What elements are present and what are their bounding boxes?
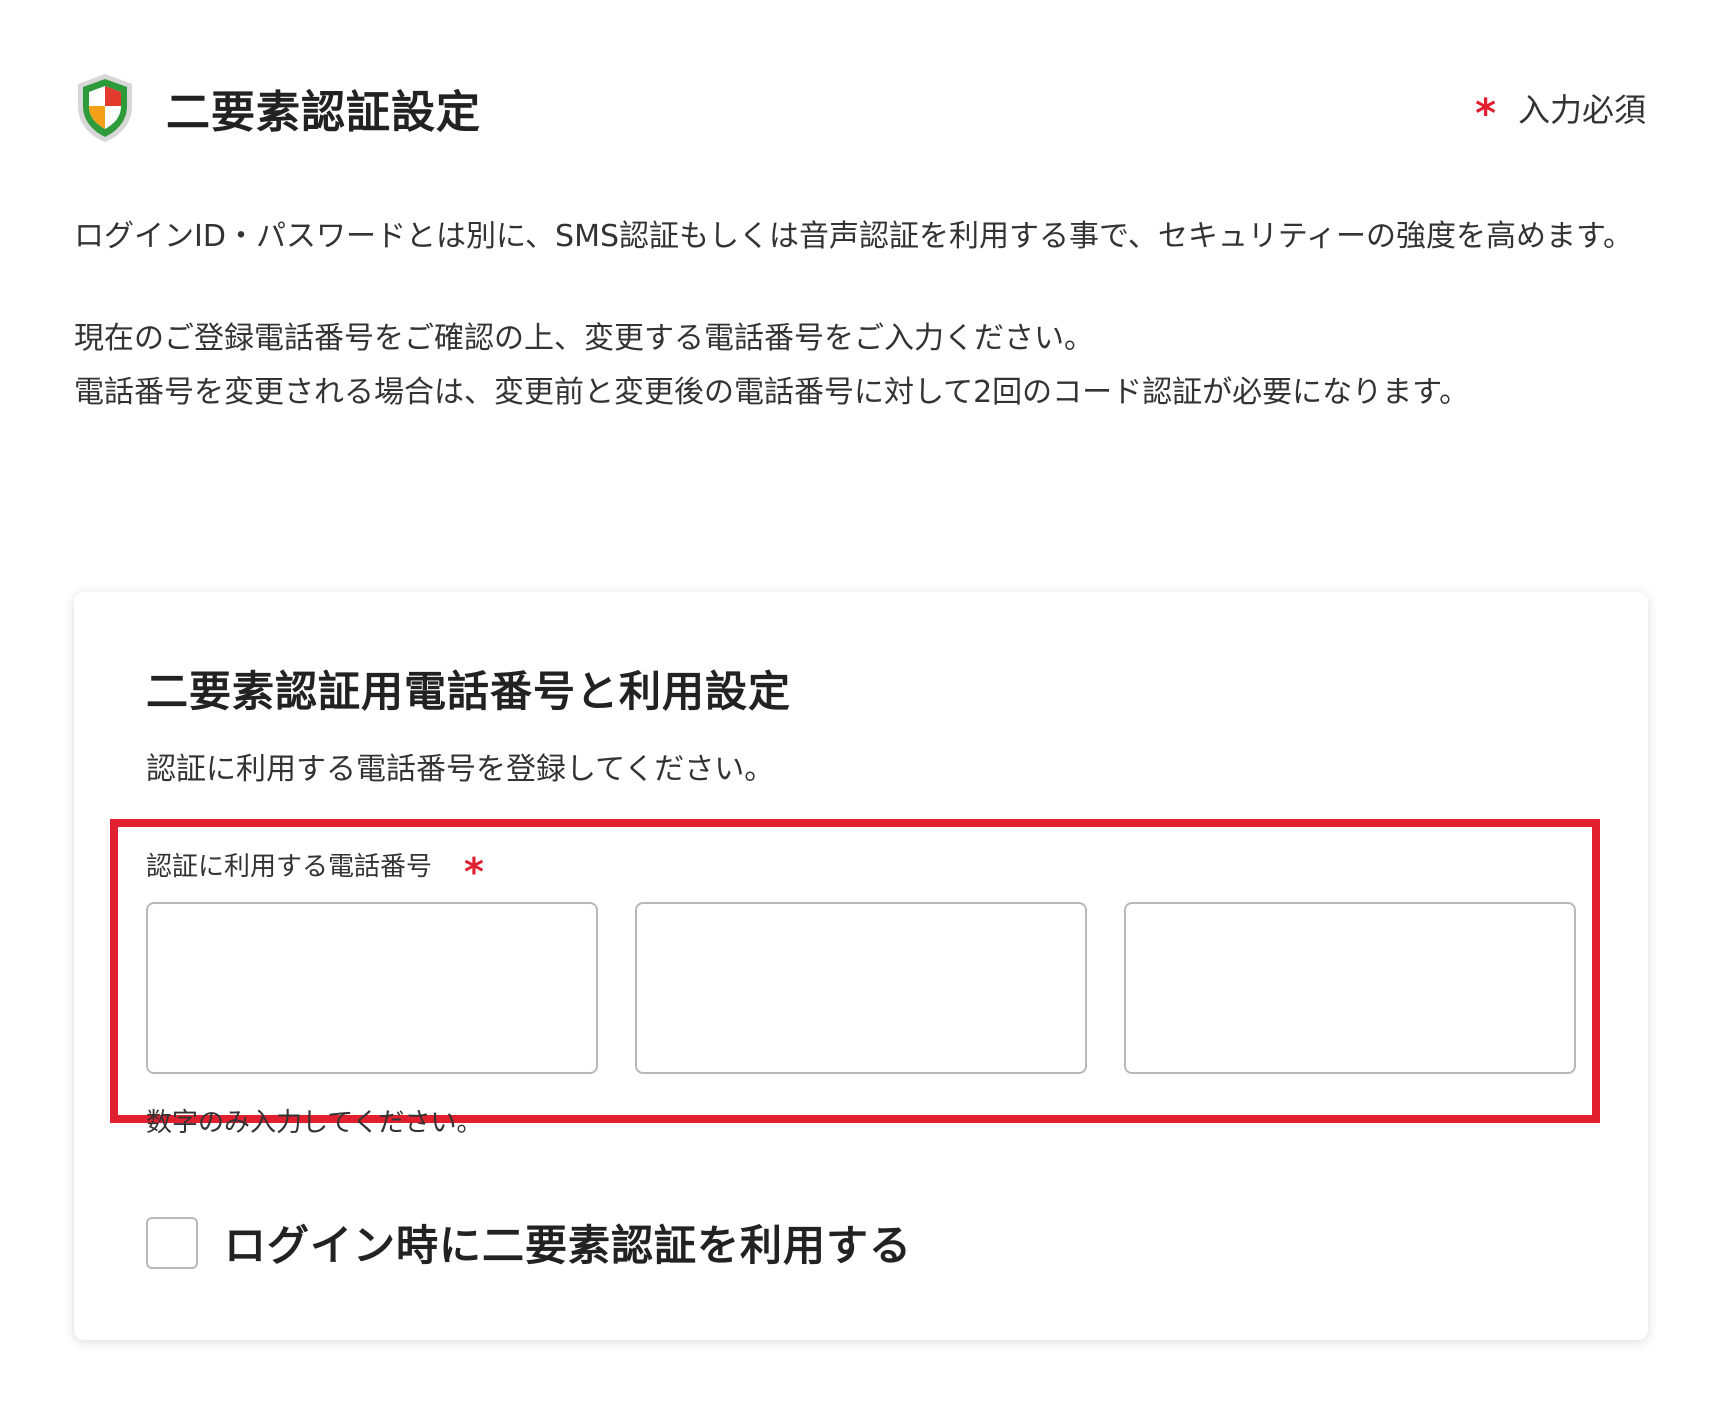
intro-paragraph-1: ログインID・パスワードとは別に、SMS認証もしくは音声認証を利用する事で、セキ… [74, 219, 1634, 254]
phone-input-part-2[interactable] [635, 902, 1087, 1074]
required-asterisk: * [1475, 91, 1496, 137]
two-factor-checkbox[interactable] [146, 1216, 198, 1269]
header-left: 二要素認証設定 [74, 72, 481, 144]
two-factor-checkbox-label[interactable]: ログイン時に二要素認証を利用する [224, 1212, 912, 1273]
phone-field-help-text: 数字のみ入力してください。 [146, 1108, 483, 1138]
phone-input-part-3[interactable] [1124, 902, 1576, 1074]
intro-paragraph-2-line-1: 現在のご登録電話番号をご確認の上、変更する電話番号をご入力ください。 [74, 321, 1094, 356]
shield-icon [78, 74, 132, 142]
intro-paragraph-2-line-2: 電話番号を変更される場合は、変更前と変更後の電話番号に対して2回のコード認証が必… [74, 375, 1470, 410]
phone-input-part-1[interactable] [146, 902, 598, 1074]
phone-field-label: 認証に利用する電話番号 * [146, 842, 484, 894]
phone-field-label-text: 認証に利用する電話番号 [146, 851, 433, 882]
intro-text: ログインID・パスワードとは別に、SMS認証もしくは音声認証を利用する事で、セキ… [74, 210, 1654, 420]
page-header: 二要素認証設定 * 入力必須 [74, 66, 1646, 150]
required-legend: * 入力必須 [1475, 85, 1646, 137]
required-legend-label: 入力必須 [1517, 91, 1646, 129]
phone-settings-card: 二要素認証用電話番号と利用設定 認証に利用する電話番号を登録してください。 認証… [74, 592, 1648, 1340]
two-factor-checkbox-row[interactable]: ログイン時に二要素認証を利用する [146, 1212, 912, 1273]
card-title: 二要素認証用電話番号と利用設定 [146, 667, 792, 716]
page-title: 二要素認証設定 [166, 87, 481, 138]
card-subtitle: 認証に利用する電話番号を登録してください。 [146, 752, 775, 787]
required-asterisk: * [464, 850, 484, 894]
